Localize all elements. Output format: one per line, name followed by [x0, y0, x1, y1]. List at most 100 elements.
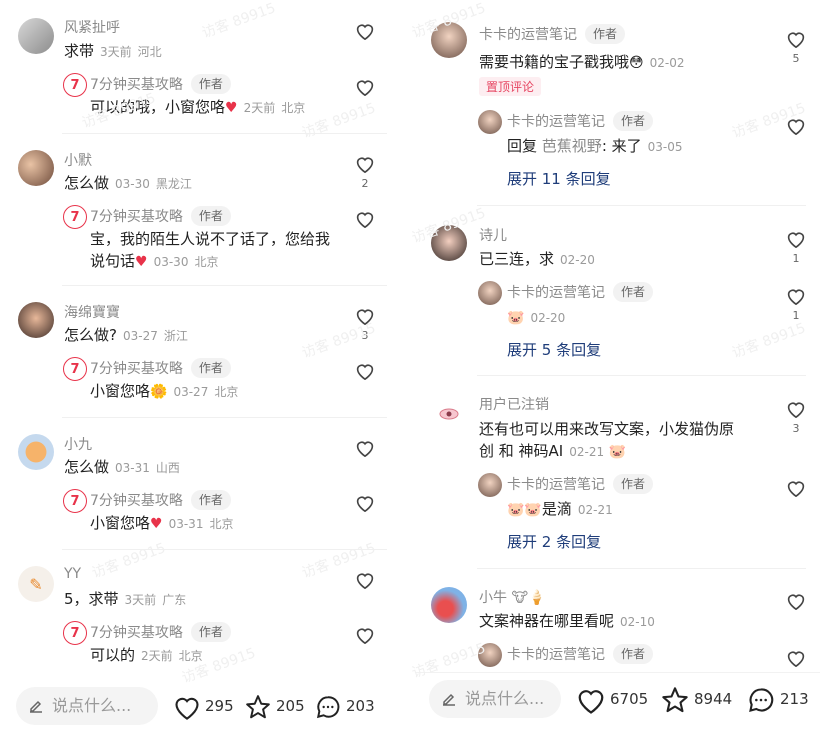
expand-replies-link[interactable]: 展开 5 条回复	[507, 339, 601, 360]
comment-input[interactable]: 说点什么...	[16, 687, 158, 725]
reply-username[interactable]: 7分钟买基攻略 作者	[90, 74, 231, 94]
pig-sticker-icon: 🐷	[608, 444, 627, 460]
comments-panel-right: 卡卡的运营笔记 作者 需要书籍的宝子戳我哦😳 02-02 置顶评论 5 卡卡的运营笔…	[415, 0, 820, 732]
like-button[interactable]	[354, 626, 376, 644]
avatar[interactable]	[18, 302, 54, 338]
sticker-emoji-icon: 😳	[629, 55, 644, 71]
like-button[interactable]	[354, 494, 376, 512]
comment-username[interactable]: 用户已注销	[479, 394, 549, 414]
like-button[interactable]	[354, 210, 376, 228]
author-tag: 作者	[190, 622, 231, 642]
star-icon	[246, 694, 270, 718]
like-stat-button[interactable]: 295	[173, 692, 234, 720]
like-button[interactable]: 1	[785, 287, 807, 322]
reply-target-user[interactable]: 芭蕉视野	[542, 137, 602, 155]
heart-icon	[356, 573, 374, 589]
author-avatar-icon[interactable]: 7	[63, 489, 87, 513]
like-button[interactable]	[354, 571, 376, 589]
comment-username[interactable]: YY	[64, 566, 81, 582]
like-button[interactable]: 1	[785, 230, 807, 265]
comment-total: 203	[346, 697, 375, 715]
heart-icon	[356, 24, 374, 40]
avatar[interactable]	[18, 434, 54, 470]
author-avatar[interactable]	[478, 281, 502, 305]
reply-username[interactable]: 卡卡的运营笔记 作者	[507, 474, 654, 494]
divider	[62, 549, 387, 550]
collect-stat-button[interactable]: 205	[244, 692, 305, 720]
comment-username[interactable]: 诗儿	[479, 225, 507, 245]
comment-stat-button[interactable]: 213	[746, 685, 809, 714]
reply-username[interactable]: 7分钟买基攻略 作者	[90, 358, 231, 378]
reply-username[interactable]: 7分钟买基攻略 作者	[90, 206, 231, 226]
reply-text: 可以的 2天前 北京	[90, 644, 203, 667]
like-button[interactable]: 3	[354, 307, 376, 342]
comment-time: 03-31	[115, 461, 150, 475]
like-count: 3	[792, 422, 800, 435]
like-button[interactable]: 3	[785, 400, 807, 435]
reply-username[interactable]: 7分钟买基攻略 作者	[90, 622, 231, 642]
reply-user: 卡卡的运营笔记	[507, 647, 605, 663]
like-button[interactable]	[354, 439, 376, 457]
comment-username[interactable]: 小默	[64, 150, 92, 170]
comment-text: 求带 3天前 河北	[64, 40, 162, 63]
avatar[interactable]	[18, 18, 54, 54]
comment-username[interactable]: 小九	[64, 434, 92, 454]
author-avatar-icon[interactable]: 7	[63, 621, 87, 645]
author-avatar[interactable]	[478, 643, 502, 667]
like-stat-button[interactable]: 6705	[576, 685, 648, 714]
deleted-user-avatar[interactable]	[431, 396, 467, 432]
expand-replies-link[interactable]: 展开 2 条回复	[507, 531, 601, 552]
like-button[interactable]	[785, 117, 807, 135]
reply-user: 7分钟买基攻略	[90, 361, 183, 377]
author-avatar[interactable]	[478, 473, 502, 497]
author-avatar-icon[interactable]: 7	[63, 73, 87, 97]
comment-stat-button[interactable]: 203	[314, 692, 375, 720]
comment-body: 5，求带	[64, 590, 119, 608]
reply-username[interactable]: 7分钟买基攻略 作者	[90, 490, 231, 510]
heart-emoji: ♥	[150, 516, 163, 532]
like-total: 6705	[610, 690, 649, 708]
like-button[interactable]	[354, 362, 376, 380]
comment-username[interactable]: 卡卡的运营笔记 作者	[479, 24, 626, 44]
reply-text: 回复 芭蕉视野: 来了 03-05	[507, 135, 683, 158]
comment-body-line2: 创 和 神码AI	[479, 442, 564, 460]
reply-text: 小窗您咯♥ 03-31 北京	[90, 512, 233, 535]
expand-replies-link[interactable]: 展开 11 条回复	[507, 168, 611, 189]
like-button[interactable]	[785, 479, 807, 497]
reply-username[interactable]: 卡卡的运营笔记 作者	[507, 282, 654, 302]
input-placeholder: 说点什么...	[52, 696, 132, 715]
author-avatar-icon[interactable]: 7	[63, 357, 87, 381]
avatar[interactable]	[431, 22, 467, 58]
reply-body: : 来了	[601, 137, 642, 155]
avatar[interactable]	[431, 225, 467, 261]
comment-time: 02-10	[620, 615, 655, 629]
comment-bubble-icon	[749, 687, 774, 712]
reply-user: 卡卡的运营笔记	[507, 285, 605, 301]
like-button[interactable]: 5	[785, 30, 807, 65]
heart-icon	[787, 594, 805, 610]
like-button[interactable]	[785, 649, 807, 667]
author-avatar[interactable]	[478, 110, 502, 134]
carrot-avatar-icon[interactable]: ✎	[18, 566, 54, 602]
reply-username[interactable]: 卡卡的运营笔记 作者	[507, 111, 654, 131]
avatar[interactable]	[18, 150, 54, 186]
comment-input[interactable]: 说点什么...	[429, 680, 561, 718]
comment-location: 黑龙江	[155, 177, 192, 191]
reply-time: 03-30	[153, 255, 189, 269]
reply-username[interactable]: 卡卡的运营笔记 作者	[507, 644, 654, 664]
comment-text: 已三连，求 02-20	[479, 248, 595, 271]
comment-username[interactable]: 小牛 🐮🍦	[479, 587, 545, 607]
like-button[interactable]	[354, 78, 376, 96]
collect-stat-button[interactable]: 8944	[660, 685, 732, 714]
divider	[62, 417, 387, 418]
author-avatar-icon[interactable]: 7	[63, 205, 87, 229]
comment-username[interactable]: 风紧扯呼	[64, 17, 120, 37]
pinned-badge: 置顶评论	[479, 77, 542, 96]
like-button[interactable]	[785, 592, 807, 610]
comment-username[interactable]: 海绵寶寶	[64, 302, 120, 322]
comment-location: 河北	[137, 45, 162, 59]
divider	[62, 285, 387, 286]
like-button[interactable]: 2	[354, 155, 376, 190]
like-button[interactable]	[354, 22, 376, 40]
avatar[interactable]	[431, 587, 467, 623]
